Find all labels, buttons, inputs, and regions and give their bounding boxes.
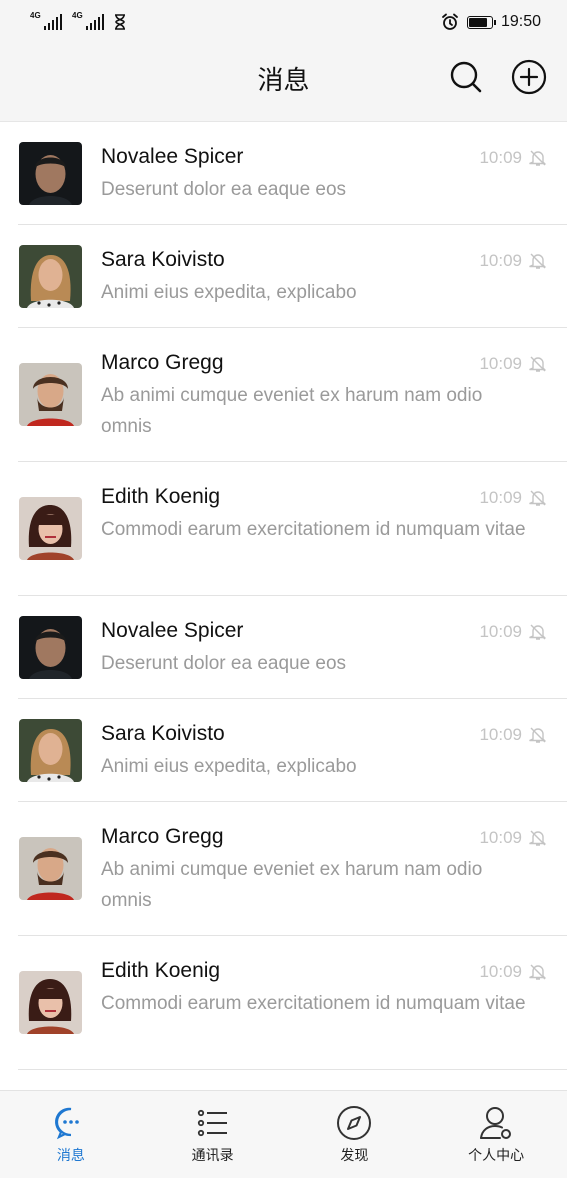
alarm-icon xyxy=(442,13,458,30)
chat-bubble-icon xyxy=(53,1105,89,1141)
tab-discover[interactable]: 发现 xyxy=(284,1091,426,1178)
app-header: 消息 xyxy=(0,44,567,122)
status-time: 19:50 xyxy=(500,13,541,30)
message-time: 10:09 xyxy=(479,962,522,981)
person-icon xyxy=(478,1105,514,1141)
avatar xyxy=(19,719,82,782)
hourglass-icon xyxy=(115,14,125,30)
tab-label: 消息 xyxy=(56,1147,85,1163)
message-item[interactable] xyxy=(0,1070,567,1090)
tab-label: 发现 xyxy=(340,1147,369,1163)
message-preview: Deserunt dolor ea eaque eos xyxy=(101,179,347,200)
message-preview: Animi eius expedita, explicabo xyxy=(101,282,357,303)
avatar xyxy=(19,616,82,679)
signal-2-icon: 4G xyxy=(72,11,104,30)
message-time: 10:09 xyxy=(479,148,522,167)
contacts-list-icon xyxy=(195,1105,231,1141)
tab-profile[interactable]: 个人中心 xyxy=(425,1091,567,1178)
message-time: 10:09 xyxy=(479,725,522,744)
contact-name: Edith Koenig xyxy=(101,959,221,982)
message-item[interactable]: Sara Koivisto Animi eius expedita, expli… xyxy=(0,699,567,802)
avatar xyxy=(19,142,82,205)
mute-bell-icon xyxy=(529,253,547,269)
message-time: 10:09 xyxy=(479,354,522,373)
battery-icon xyxy=(466,15,496,29)
tab-contacts[interactable]: 通讯录 xyxy=(142,1091,284,1178)
search-icon xyxy=(450,61,482,93)
status-bar: 4G 4G 19:50 xyxy=(0,0,567,44)
mute-bell-icon xyxy=(529,356,547,372)
avatar xyxy=(19,497,82,560)
message-item[interactable]: Novalee Spicer Deserunt dolor ea eaque e… xyxy=(0,122,567,225)
status-right: 19:50 xyxy=(441,13,541,31)
message-preview: Ab animi cumque eveniet ex harum nam odi… xyxy=(101,859,483,911)
contact-name: Marco Gregg xyxy=(101,351,224,374)
plus-circle-icon xyxy=(511,59,547,95)
message-item[interactable]: Sara Koivisto Animi eius expedita, expli… xyxy=(0,225,567,328)
message-item[interactable]: Marco Gregg Ab animi cumque eveniet ex h… xyxy=(0,328,567,462)
message-preview: Deserunt dolor ea eaque eos xyxy=(101,653,347,674)
message-item[interactable]: Novalee Spicer Deserunt dolor ea eaque e… xyxy=(0,596,567,699)
message-preview: Commodi earum exercitationem id numquam … xyxy=(101,519,526,540)
contact-name: Novalee Spicer xyxy=(101,145,244,168)
mute-bell-icon xyxy=(529,830,547,846)
signal-1-icon: 4G xyxy=(30,11,62,30)
bottom-tab-bar: 消息 通讯录 发现 个人中心 xyxy=(0,1090,567,1178)
tab-label: 个人中心 xyxy=(468,1147,525,1163)
tab-label: 通讯录 xyxy=(191,1147,234,1163)
message-list: Novalee Spicer Deserunt dolor ea eaque e… xyxy=(0,122,567,1090)
compass-icon xyxy=(336,1105,372,1141)
message-item[interactable]: Edith Koenig Commodi earum exercitatione… xyxy=(0,936,567,1070)
mute-bell-icon xyxy=(529,150,547,166)
mute-bell-icon xyxy=(529,624,547,640)
contact-name: Sara Koivisto xyxy=(101,722,225,745)
status-left: 4G 4G xyxy=(30,11,126,30)
message-time: 10:09 xyxy=(479,251,522,270)
message-time: 10:09 xyxy=(479,488,522,507)
mute-bell-icon xyxy=(529,490,547,506)
avatar xyxy=(19,245,82,308)
mute-bell-icon xyxy=(529,964,547,980)
contact-name: Sara Koivisto xyxy=(101,248,225,271)
network-type-2: 4G xyxy=(72,11,83,20)
message-item[interactable]: Marco Gregg Ab animi cumque eveniet ex h… xyxy=(0,802,567,936)
message-item[interactable]: Edith Koenig Commodi earum exercitatione… xyxy=(0,462,567,596)
network-type-1: 4G xyxy=(30,11,41,20)
message-preview: Commodi earum exercitationem id numquam … xyxy=(101,993,526,1014)
message-preview: Ab animi cumque eveniet ex harum nam odi… xyxy=(101,385,483,437)
avatar xyxy=(19,971,82,1034)
avatar xyxy=(19,837,82,900)
tab-messages[interactable]: 消息 xyxy=(0,1091,142,1178)
avatar xyxy=(19,363,82,426)
contact-name: Marco Gregg xyxy=(101,825,224,848)
message-time: 10:09 xyxy=(479,828,522,847)
add-button[interactable] xyxy=(510,58,548,96)
search-button[interactable] xyxy=(447,58,485,96)
message-preview: Animi eius expedita, explicabo xyxy=(101,756,357,777)
mute-bell-icon xyxy=(529,727,547,743)
contact-name: Novalee Spicer xyxy=(101,619,244,642)
contact-name: Edith Koenig xyxy=(101,485,221,508)
message-time: 10:09 xyxy=(479,622,522,641)
